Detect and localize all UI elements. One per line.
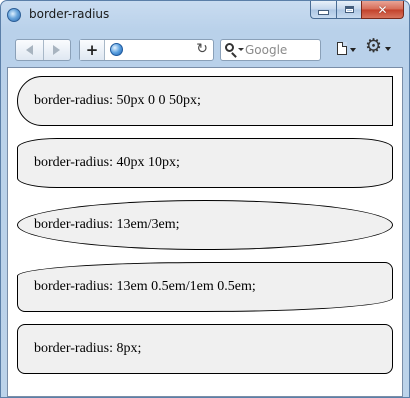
title-bar[interactable]: border-radius ✕ [1,1,409,31]
maximize-button[interactable] [336,1,361,19]
demo-box-label: border-radius: 13em 0.5em/1em 0.5em; [34,279,256,294]
add-favorite-button[interactable]: + [80,40,105,60]
browser-toolbar: + ↻ ⚙ [1,31,409,67]
chevron-down-icon [385,47,391,51]
chevron-down-icon [350,48,356,52]
search-input[interactable] [245,40,317,60]
browser-window: border-radius ✕ + ↻ Google ⚙ border-radi… [0,0,410,398]
gear-icon: ⚙ [365,35,383,57]
minimize-button[interactable] [310,1,336,19]
maximize-icon [344,6,354,13]
search-engine-dropdown-icon[interactable] [238,48,244,51]
tools-menu-button[interactable]: ⚙ [365,35,393,59]
demo-box-1: border-radius: 50px 0 0 50px; [17,76,393,126]
page-menu-button[interactable] [335,41,357,59]
search-box [220,39,321,61]
back-arrow-icon [25,45,33,55]
window-controls: ✕ [310,1,404,20]
browser-globe-icon [7,8,21,22]
demo-box-label: border-radius: 8px; [34,341,142,356]
back-button[interactable] [16,40,43,60]
page-viewport: border-radius: 50px 0 0 50px; border-rad… [7,67,403,397]
demo-box-5: border-radius: 8px; [17,324,393,374]
demo-box-label: border-radius: 40px 10px; [34,155,180,170]
demo-box-3: border-radius: 13em/3em; [17,200,393,250]
close-icon: ✕ [377,2,388,17]
globe-icon [110,43,123,56]
window-title: border-radius [29,7,110,21]
demo-box-label: border-radius: 13em/3em; [34,217,180,232]
forward-arrow-icon [53,45,61,55]
search-icon[interactable] [225,43,234,52]
forward-button[interactable] [42,40,71,60]
address-bar[interactable]: + ↻ [79,39,214,61]
nav-buttons [15,39,71,61]
demo-box-4: border-radius: 13em 0.5em/1em 0.5em; [17,262,393,312]
demo-box-2: border-radius: 40px 10px; [17,138,393,188]
minimize-icon [318,10,329,15]
demo-box-label: border-radius: 50px 0 0 50px; [34,93,201,108]
close-button[interactable]: ✕ [361,1,404,19]
reload-icon[interactable]: ↻ [196,41,208,57]
page-icon [337,42,347,55]
